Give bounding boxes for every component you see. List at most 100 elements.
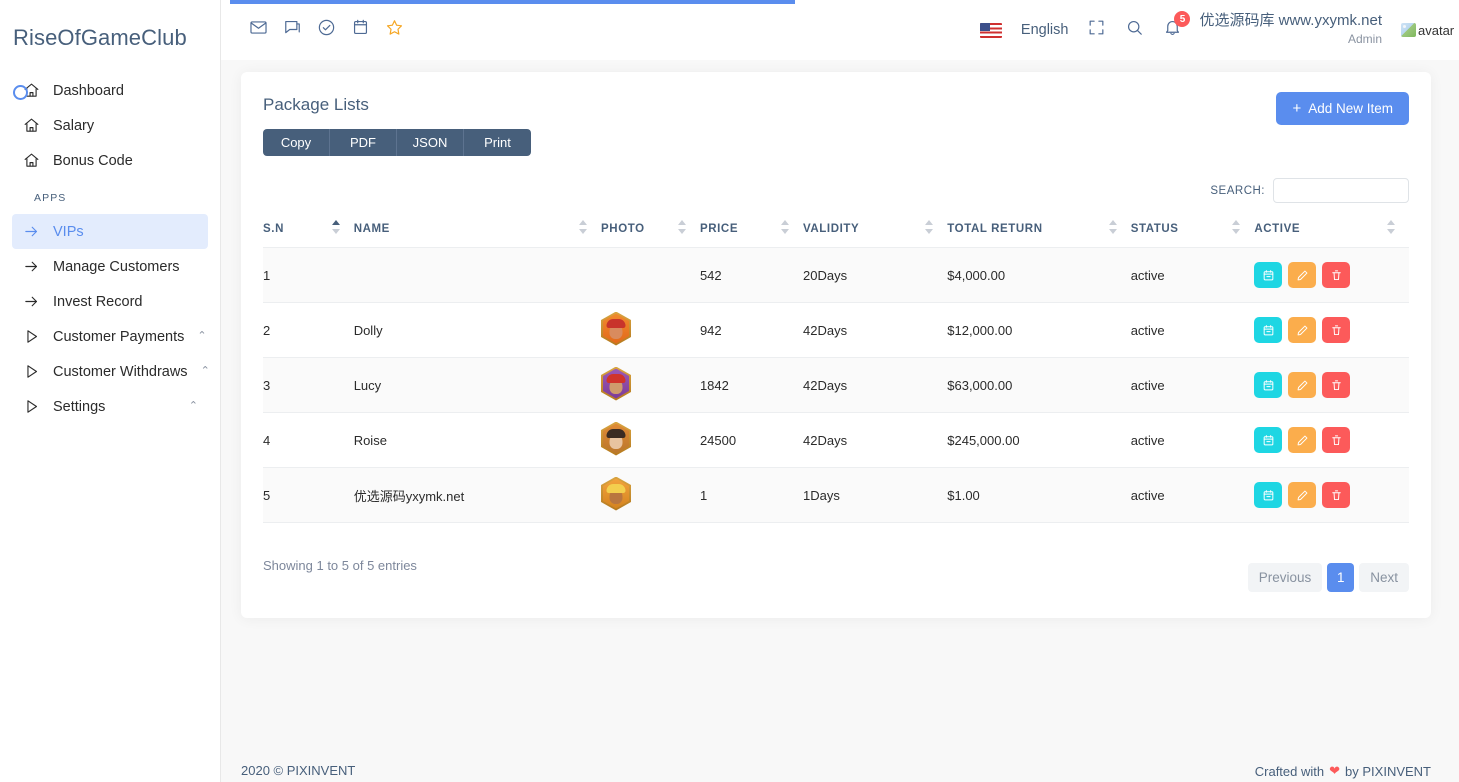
calendar-button[interactable] — [1254, 427, 1282, 453]
edit-button[interactable] — [1288, 372, 1316, 398]
sidebar-item-invest-record[interactable]: Invest Record — [12, 284, 208, 319]
table-search-row: SEARCH: — [263, 178, 1409, 203]
sidebar-item-customer-withdraws[interactable]: Customer Withdraws ⌃ — [12, 354, 208, 389]
sort-arrows-icon[interactable] — [1387, 217, 1397, 239]
edit-button[interactable] — [1288, 262, 1316, 288]
sidebar-item-vips[interactable]: VIPs — [12, 214, 208, 249]
cell-price: 542 — [700, 248, 803, 303]
sidebar-nav: Dashboard Salary Bonus Code APPS VIPs — [0, 73, 220, 424]
arrow-right-icon — [22, 223, 40, 241]
table-row[interactable]: 5 优选源码yxymk.net 1 — [263, 468, 1409, 523]
sort-arrows-icon[interactable] — [781, 217, 791, 239]
add-new-item-label: Add New Item — [1308, 101, 1393, 116]
pagination-next[interactable]: Next — [1359, 563, 1409, 592]
user-menu[interactable]: 优选源码库 www.yxymk.net Admin — [1199, 12, 1382, 48]
cell-actions — [1254, 248, 1409, 303]
sort-arrows-icon[interactable] — [1109, 217, 1119, 239]
table-row[interactable]: 4 Roise 24500 42Da — [263, 413, 1409, 468]
print-button[interactable]: Print — [464, 129, 531, 156]
sort-arrows-icon[interactable] — [332, 217, 342, 239]
cell-validity: 20Days — [803, 248, 947, 303]
calendar-button[interactable] — [1254, 262, 1282, 288]
character-avatar — [601, 367, 631, 401]
delete-button[interactable] — [1322, 262, 1350, 288]
cell-status: active — [1131, 303, 1255, 358]
arrow-right-icon — [22, 293, 40, 311]
mail-icon[interactable] — [249, 18, 268, 42]
sidebar-item-bonus-code[interactable]: Bonus Code — [12, 143, 208, 178]
delete-button[interactable] — [1322, 482, 1350, 508]
app-brand[interactable]: RiseOfGameClub — [0, 0, 220, 73]
cell-sn: 4 — [263, 413, 354, 468]
table-row[interactable]: 3 Lucy 1842 42Days — [263, 358, 1409, 413]
column-header-name[interactable]: NAME — [354, 217, 601, 248]
column-header-total-return[interactable]: TOTAL RETURN — [947, 217, 1130, 248]
column-label: VALIDITY — [803, 223, 859, 235]
column-label: PRICE — [700, 223, 738, 235]
sidebar-item-customer-payments[interactable]: Customer Payments ⌃ — [12, 319, 208, 354]
chevron-up-icon: ⌃ — [197, 331, 206, 342]
broken-image-icon — [1401, 23, 1416, 37]
search-input[interactable] — [1273, 178, 1409, 203]
sidebar-item-settings[interactable]: Settings ⌃ — [12, 389, 208, 424]
column-label: ACTIVE — [1254, 223, 1300, 235]
edit-button[interactable] — [1288, 482, 1316, 508]
cell-photo — [601, 413, 700, 468]
pagination-previous[interactable]: Previous — [1248, 563, 1323, 592]
sort-arrows-icon[interactable] — [678, 217, 688, 239]
column-header-photo[interactable]: PHOTO — [601, 217, 700, 248]
cell-photo — [601, 248, 700, 303]
delete-button[interactable] — [1322, 372, 1350, 398]
add-new-item-button[interactable]: + Add New Item — [1276, 92, 1409, 125]
column-header-active[interactable]: ACTIVE — [1254, 217, 1409, 248]
sidebar-item-salary[interactable]: Salary — [12, 108, 208, 143]
column-label: S.N — [263, 223, 284, 235]
cell-sn: 3 — [263, 358, 354, 413]
calendar-icon[interactable] — [351, 18, 370, 42]
sidebar: RiseOfGameClub Dashboard Salary Bo — [0, 0, 221, 782]
sidebar-item-dashboard[interactable]: Dashboard — [12, 73, 208, 108]
column-header-validity[interactable]: VALIDITY — [803, 217, 947, 248]
edit-button[interactable] — [1288, 317, 1316, 343]
delete-button[interactable] — [1322, 427, 1350, 453]
table-row[interactable]: 2 Dolly 942 42Days — [263, 303, 1409, 358]
check-circle-icon[interactable] — [317, 18, 336, 42]
cell-sn: 5 — [263, 468, 354, 523]
cell-actions — [1254, 303, 1409, 358]
calendar-button[interactable] — [1254, 372, 1282, 398]
pdf-button[interactable]: PDF — [330, 129, 397, 156]
sort-arrows-icon[interactable] — [579, 217, 589, 239]
sidebar-item-label: Bonus Code — [53, 153, 133, 169]
cell-validity: 42Days — [803, 358, 947, 413]
sidebar-item-label: Customer Payments — [53, 329, 184, 345]
search-icon[interactable] — [1125, 18, 1144, 42]
pagination-page-1[interactable]: 1 — [1327, 563, 1354, 592]
sort-arrows-icon[interactable] — [1232, 217, 1242, 239]
edit-button[interactable] — [1288, 427, 1316, 453]
cell-name: Dolly — [354, 303, 601, 358]
delete-button[interactable] — [1322, 317, 1350, 343]
json-button[interactable]: JSON — [397, 129, 464, 156]
chevron-up-icon: ⌃ — [189, 401, 198, 412]
fullscreen-icon[interactable] — [1087, 18, 1106, 42]
cell-validity: 42Days — [803, 303, 947, 358]
us-flag-icon[interactable] — [980, 23, 1002, 38]
calendar-button[interactable] — [1254, 482, 1282, 508]
sort-arrows-icon[interactable] — [925, 217, 935, 239]
footer-copyright: 2020 © PIXINVENT — [241, 763, 355, 778]
cell-validity: 1Days — [803, 468, 947, 523]
table-row[interactable]: 1 542 20Days $4,000.00 active — [263, 248, 1409, 303]
cell-actions — [1254, 468, 1409, 523]
chat-icon[interactable] — [283, 18, 302, 42]
character-avatar — [601, 422, 631, 456]
sidebar-item-manage-customers[interactable]: Manage Customers — [12, 249, 208, 284]
copy-button[interactable]: Copy — [263, 129, 330, 156]
notification-bell-icon[interactable]: 5 — [1163, 18, 1182, 42]
column-header-sn[interactable]: S.N — [263, 217, 354, 248]
column-header-price[interactable]: PRICE — [700, 217, 803, 248]
language-selector[interactable]: English — [1021, 22, 1069, 38]
column-header-status[interactable]: STATUS — [1131, 217, 1255, 248]
avatar[interactable]: avatar — [1401, 16, 1441, 44]
star-icon[interactable] — [385, 18, 404, 42]
calendar-button[interactable] — [1254, 317, 1282, 343]
